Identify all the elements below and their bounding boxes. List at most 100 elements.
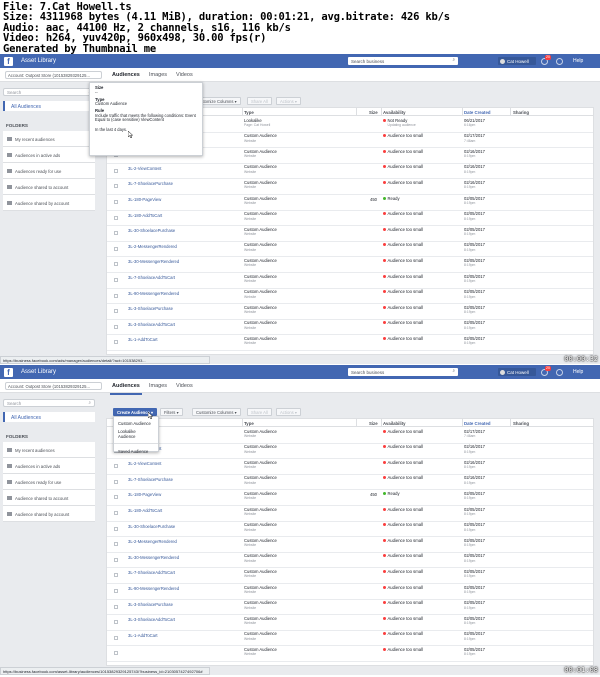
column-header-date-created[interactable]: Date Created [464, 421, 491, 426]
table-row[interactable]: 3L-3-ShoelacePurchase Custom Audience Webs… [107, 600, 593, 616]
facebook-logo-icon[interactable]: f [4, 367, 13, 377]
folder-item[interactable]: Audience shared to account [3, 179, 95, 195]
row-checkbox[interactable] [114, 278, 118, 282]
table-row[interactable]: 3L-7-ShoelaceAddToCart Custom Audience Web… [107, 273, 593, 289]
tab-images[interactable]: Images [149, 383, 167, 389]
sidebar-item-all-audiences[interactable]: All Audiences [3, 412, 95, 422]
table-row[interactable]: 3L-3-ViewContentCustom AudienceWebsiteAu… [107, 444, 593, 460]
audience-name-link[interactable]: 3L-30-MessengerRendered [128, 555, 179, 561]
row-checkbox[interactable] [114, 651, 118, 656]
user-menu-button[interactable]: Cat Howell [498, 368, 536, 376]
audience-name-link[interactable]: 3L-7-ShoelacePurchase [128, 477, 173, 483]
settings-icon[interactable] [556, 368, 563, 376]
row-checkbox[interactable] [114, 495, 118, 500]
audience-name-link[interactable]: 3L-30-ShoelacePurchase [128, 524, 175, 530]
row-checkbox[interactable] [114, 293, 118, 298]
column-header-size[interactable]: Size [369, 421, 378, 426]
column-header-type[interactable]: Type [244, 110, 254, 115]
tab-audiences[interactable]: Audiences [110, 383, 142, 395]
row-checkbox[interactable] [114, 184, 118, 189]
column-header-availability[interactable]: Availability [383, 110, 406, 115]
row-checkbox[interactable] [114, 557, 118, 562]
menu-item-saved-audience[interactable]: Saved Audience [114, 447, 158, 455]
table-row[interactable]: 3L-180-AddToCart Custom Audience Website Au… [107, 211, 593, 227]
audience-name-link[interactable]: 3L-2-ViewContent [128, 462, 161, 467]
audience-name-link[interactable]: 3L-7-ShoelacePurchase [128, 182, 173, 187]
folder-item[interactable]: Audiences in active ads [3, 147, 95, 163]
row-checkbox[interactable] [114, 340, 118, 345]
row-checkbox[interactable] [114, 246, 118, 251]
audience-name-link[interactable]: 3L-7-ShoelaceAddToCart [128, 275, 175, 281]
filters-button[interactable]: Filters ▾ [160, 408, 183, 416]
user-menu-button[interactable]: Cat Howell [498, 57, 536, 65]
table-row[interactable]: 3L-7-ShoelacePurchase Custom Audience Webs… [107, 179, 593, 195]
table-row[interactable]: 3L-3-ShoelaceAddToCart Custom Audience Web… [107, 320, 593, 336]
folder-item[interactable]: Audiences in active ads [3, 458, 95, 474]
column-header-availability[interactable]: Availability [383, 421, 406, 426]
table-row[interactable]: 3L-90-MessengerRendered Custom Audience We… [107, 584, 593, 600]
account-selector[interactable]: Account: Outpost Store (10153829329125..… [5, 382, 102, 390]
audience-name-link[interactable]: 3L-3-ShoelaceAddToCart [128, 618, 175, 623]
table-row[interactable]: 3L-2-MessengerRendered Custom Audience Web… [107, 242, 593, 258]
table-row[interactable]: 4D-ViewContentCustom AudienceWebsiteAudi… [107, 428, 593, 444]
share-button[interactable]: Share All [247, 97, 272, 105]
tab-videos[interactable]: Videos [176, 383, 193, 389]
row-checkbox[interactable] [114, 620, 118, 625]
row-checkbox[interactable] [114, 604, 118, 609]
table-row[interactable]: 3L-30-MessengerRendered Custom Audience We… [107, 257, 593, 273]
audience-name-link[interactable]: 3L-180-AddToCart [128, 508, 162, 514]
table-row[interactable]: 3L-2-MessengerRendered Custom Audience Web… [107, 537, 593, 553]
row-checkbox[interactable] [114, 573, 118, 578]
folder-item[interactable]: Audiences ready for use [3, 474, 95, 490]
folder-item[interactable]: Audience shared to account [3, 490, 95, 506]
sidebar-item-all-audiences[interactable]: All Audiences [3, 101, 95, 111]
table-row[interactable]: 3L-180-PageView Custom Audience Website 450… [107, 195, 593, 211]
actions-button[interactable]: Actions ▾ [276, 408, 301, 416]
audience-name-link[interactable]: 3L-7-ShoelaceAddToCart [128, 571, 175, 576]
folder-item[interactable]: My recent audiences [3, 131, 95, 147]
table-row[interactable]: 3L-2-ViewContent Custom Audience Website Au… [107, 459, 593, 475]
audience-name-link[interactable]: 3L-30-MessengerRendered [128, 260, 179, 265]
row-checkbox[interactable] [114, 542, 118, 547]
table-row[interactable]: 3L-30-ShoelacePurchase Custom Audience Web… [107, 226, 593, 242]
row-checkbox[interactable] [114, 200, 118, 204]
row-checkbox[interactable] [114, 635, 118, 640]
row-checkbox[interactable] [114, 309, 118, 314]
row-checkbox[interactable] [114, 479, 118, 484]
column-header-sharing[interactable]: Sharing [513, 110, 529, 115]
folder-item[interactable]: Audience shared by account [3, 195, 95, 211]
table-row[interactable]: 3L-2-ViewContent Custom Audience Website Au… [107, 164, 593, 180]
sidebar-search-input[interactable]: Search⌕ [3, 88, 95, 96]
row-checkbox[interactable] [114, 231, 118, 236]
table-row[interactable]: Custom Audience Website Audience too small… [107, 646, 593, 662]
folder-item[interactable]: My recent audiences [3, 442, 95, 458]
table-row[interactable]: 3L-7-ShoelaceAddToCart Custom Audience Web… [107, 568, 593, 584]
row-checkbox[interactable] [114, 464, 118, 469]
customize-columns-button[interactable]: Customize Columns ▾ [192, 408, 241, 416]
tab-audiences[interactable]: Audiences [110, 72, 142, 84]
row-checkbox[interactable] [114, 168, 118, 173]
audience-name-link[interactable]: 3L-90-MessengerRendered [128, 586, 179, 592]
row-checkbox[interactable] [114, 324, 118, 329]
audience-name-link[interactable]: 3L-180-PageView [128, 197, 161, 203]
business-search-input[interactable]: Search business ⌕ [348, 368, 458, 376]
audience-name-link[interactable]: 3L-2-MessengerRendered [128, 540, 177, 545]
column-header-size[interactable]: Size [369, 110, 378, 115]
actions-button[interactable]: Actions ▾ [276, 97, 301, 105]
settings-icon[interactable] [556, 57, 563, 65]
table-row[interactable]: 3L-30-MessengerRendered Custom Audience We… [107, 553, 593, 569]
audience-name-link[interactable]: 3L-30-ShoelacePurchase [128, 229, 175, 234]
table-row[interactable]: 3L-90-MessengerRendered Custom Audience We… [107, 289, 593, 305]
column-header-sharing[interactable]: Sharing [513, 421, 529, 426]
share-button[interactable]: Share All [247, 408, 272, 416]
row-checkbox[interactable] [114, 526, 118, 531]
audience-name-link[interactable]: 3L-90-MessengerRendered [128, 291, 179, 297]
audience-name-link[interactable]: 3L-3-ShoelaceAddToCart [128, 322, 175, 328]
account-selector[interactable]: Account: Outpost Store (10153829329125..… [5, 71, 102, 79]
folder-item[interactable]: Audience shared by account [3, 506, 95, 522]
table-row[interactable]: 3L-180-AddToCart Custom Audience Website Au… [107, 506, 593, 522]
row-checkbox[interactable] [114, 589, 118, 593]
audience-name-link[interactable]: 3L-180-PageView [128, 493, 161, 498]
audience-name-link[interactable]: 3L-2-MessengerRendered [128, 244, 177, 250]
row-checkbox[interactable] [114, 511, 118, 515]
